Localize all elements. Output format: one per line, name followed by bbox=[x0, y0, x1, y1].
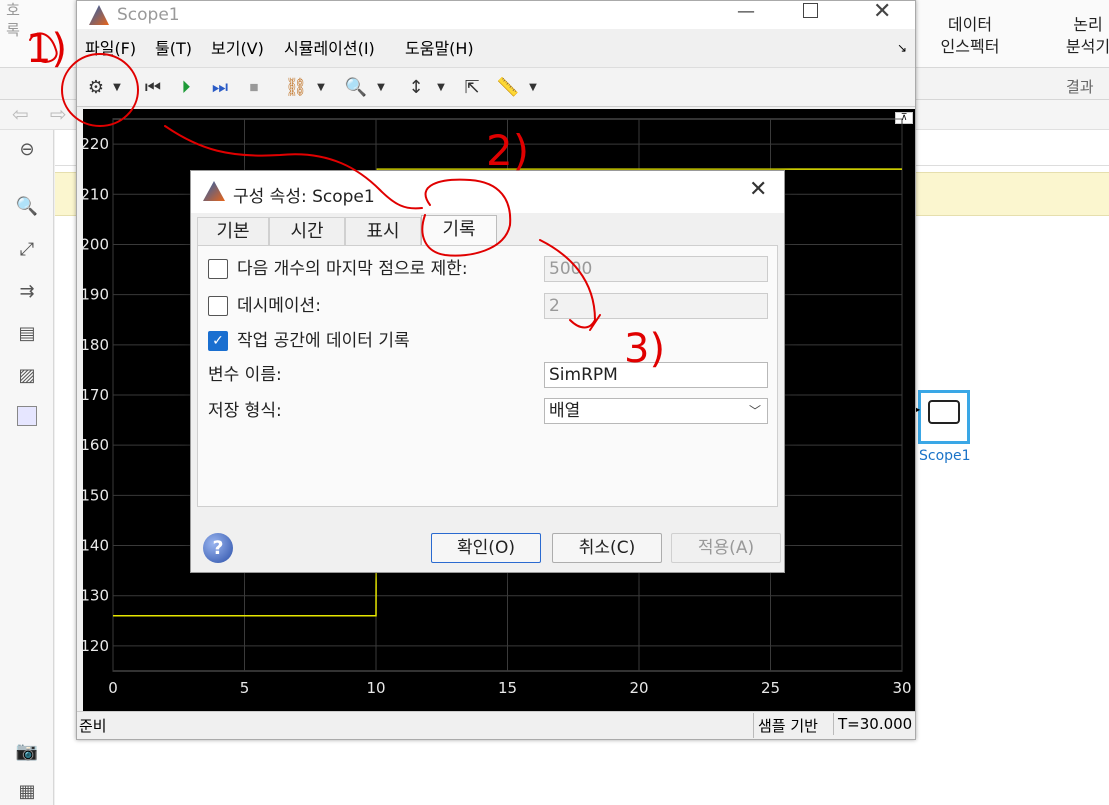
handwritten-annotations: 1) 2) 3) bbox=[26, 26, 665, 372]
annotation-3: 3) bbox=[624, 326, 665, 372]
arrow-line-1 bbox=[164, 125, 423, 210]
annotation-2: 2) bbox=[486, 126, 529, 175]
annotation-1: 1) bbox=[26, 26, 67, 72]
